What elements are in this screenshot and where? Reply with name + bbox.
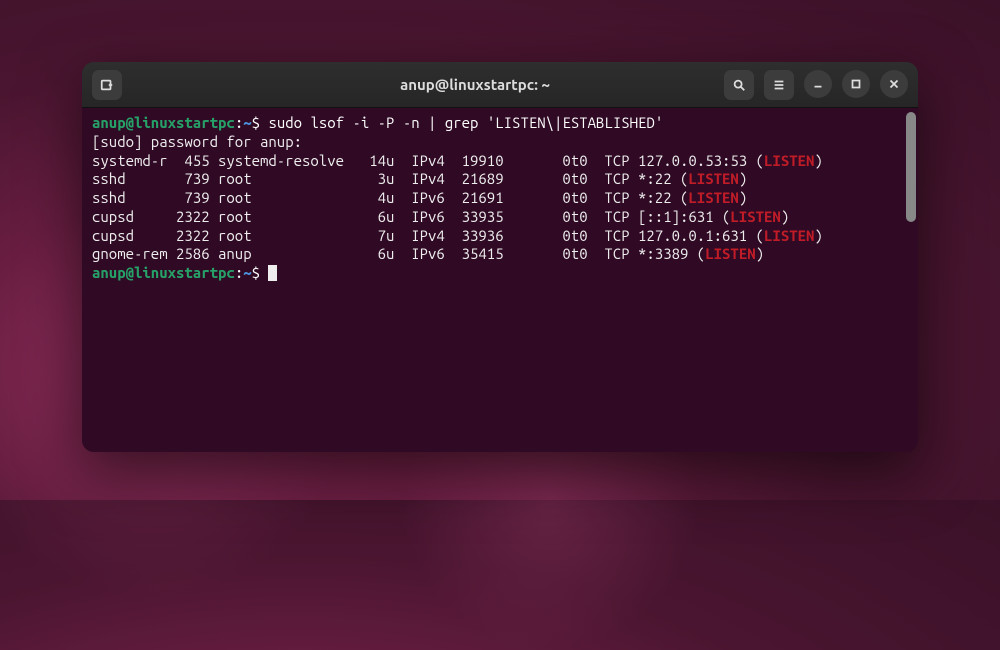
close-button[interactable]	[880, 70, 908, 98]
listen-state: LISTEN	[764, 152, 814, 169]
minimize-button[interactable]	[804, 70, 832, 98]
search-button[interactable]	[724, 70, 754, 100]
terminal-window: anup@linuxstartpc: ~ anup@linuxstartpc:~…	[82, 62, 918, 452]
prompt-path: ~	[243, 114, 251, 131]
output-row: cupsd 2322 root 7u IPv4 33936 0t0 TCP 12…	[92, 227, 908, 246]
search-icon	[732, 78, 746, 92]
new-tab-button[interactable]	[92, 70, 122, 100]
output-row: systemd-r 455 systemd-resolve 14u IPv4 1…	[92, 152, 908, 171]
prompt-line-2: anup@linuxstartpc:~$	[92, 264, 908, 283]
listen-state: LISTEN	[764, 227, 814, 244]
terminal-body[interactable]: anup@linuxstartpc:~$ sudo lsof -i -P -n …	[82, 108, 918, 452]
listen-state: LISTEN	[730, 208, 780, 225]
listen-state: LISTEN	[705, 245, 755, 262]
prompt-user: anup@linuxstartpc	[92, 114, 235, 131]
maximize-button[interactable]	[842, 70, 870, 98]
listen-state: LISTEN	[688, 189, 738, 206]
maximize-icon	[849, 77, 863, 91]
titlebar: anup@linuxstartpc: ~	[82, 62, 918, 108]
sudo-prompt: [sudo] password for anup:	[92, 133, 908, 152]
scrollbar-thumb[interactable]	[906, 112, 916, 222]
close-icon	[887, 77, 901, 91]
output-row: sshd 739 root 4u IPv6 21691 0t0 TCP *:22…	[92, 189, 908, 208]
window-title: anup@linuxstartpc: ~	[232, 76, 718, 93]
menu-button[interactable]	[764, 70, 794, 100]
output-row: sshd 739 root 3u IPv4 21689 0t0 TCP *:22…	[92, 170, 908, 189]
hamburger-icon	[772, 78, 786, 92]
prompt-line-1: anup@linuxstartpc:~$ sudo lsof -i -P -n …	[92, 114, 908, 133]
command-text: sudo lsof -i -P -n | grep 'LISTEN\|ESTAB…	[268, 114, 663, 131]
listen-state: LISTEN	[688, 170, 738, 187]
cursor	[268, 265, 277, 281]
new-tab-icon	[100, 78, 114, 92]
command-output: systemd-r 455 systemd-resolve 14u IPv4 1…	[92, 152, 908, 265]
output-row: cupsd 2322 root 6u IPv6 33935 0t0 TCP [:…	[92, 208, 908, 227]
minimize-icon	[811, 77, 825, 91]
output-row: gnome-rem 2586 anup 6u IPv6 35415 0t0 TC…	[92, 245, 908, 264]
